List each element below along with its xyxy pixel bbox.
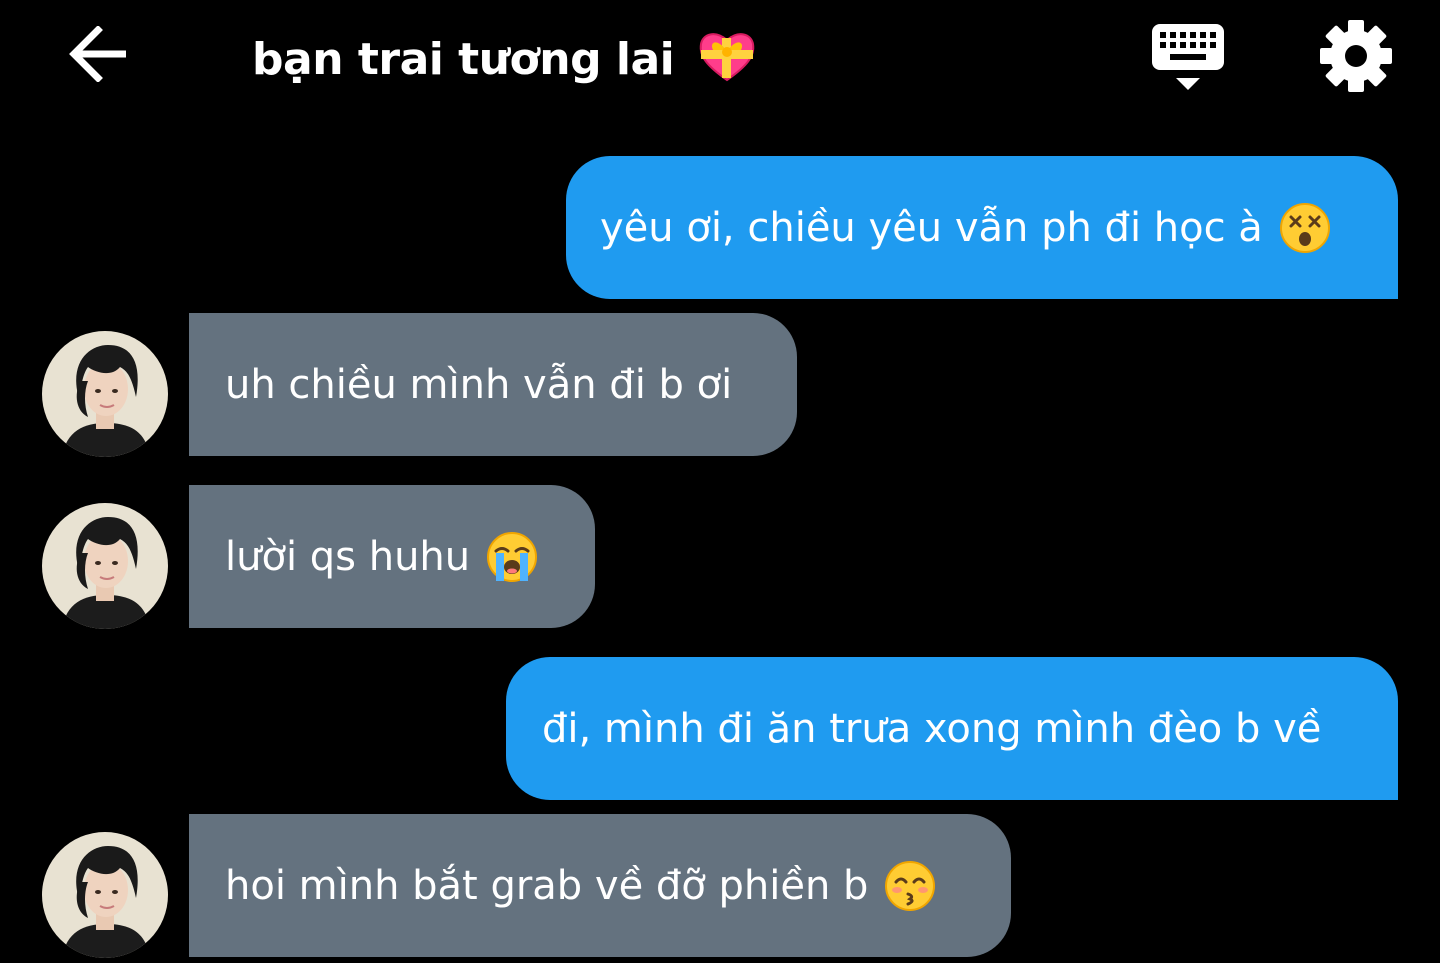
message-bubble-received[interactable]: uh chiều mình vẫn đi b ơi [189, 313, 797, 456]
avatar[interactable] [42, 503, 168, 629]
message-text: uh chiều mình vẫn đi b ơi [225, 361, 733, 408]
kissing-face-closed-eyes-emoji [885, 860, 936, 911]
avatar[interactable] [42, 331, 168, 457]
loudly-crying-face-emoji [487, 531, 538, 582]
contact-name: bạn trai tương lai [252, 34, 675, 85]
gear-icon [1320, 20, 1392, 92]
message-text: yêu ơi, chiều yêu vẫn ph đi học à [600, 204, 1263, 251]
back-button[interactable] [62, 22, 134, 86]
message-text: hoi mình bắt grab về đỡ phiền b [225, 862, 869, 909]
message-bubble-received[interactable]: hoi mình bắt grab về đỡ phiền b [189, 814, 1011, 957]
message-bubble-sent[interactable]: yêu ơi, chiều yêu vẫn ph đi học à [566, 156, 1398, 299]
chat-header: bạn trai tương lai [0, 0, 1440, 120]
dizzy-face-emoji [1279, 202, 1330, 253]
settings-button[interactable] [1318, 18, 1394, 94]
keyboard-icon [1152, 24, 1224, 90]
avatar-image [42, 503, 168, 629]
message-text: lười qs huhu [225, 533, 471, 580]
chat-title: bạn trai tương lai [252, 28, 757, 90]
avatar[interactable] [42, 832, 168, 958]
message-text: đi, mình đi ăn trưa xong mình đèo b về [542, 705, 1322, 752]
message-bubble-sent[interactable]: đi, mình đi ăn trưa xong mình đèo b về [506, 657, 1398, 800]
heart-with-ribbon-emoji [699, 33, 755, 82]
avatar-image [42, 331, 168, 457]
message-bubble-received[interactable]: lười qs huhu [189, 485, 595, 628]
keyboard-toggle-button[interactable] [1148, 20, 1230, 96]
avatar-image [42, 832, 168, 958]
arrow-left-icon [69, 26, 126, 82]
